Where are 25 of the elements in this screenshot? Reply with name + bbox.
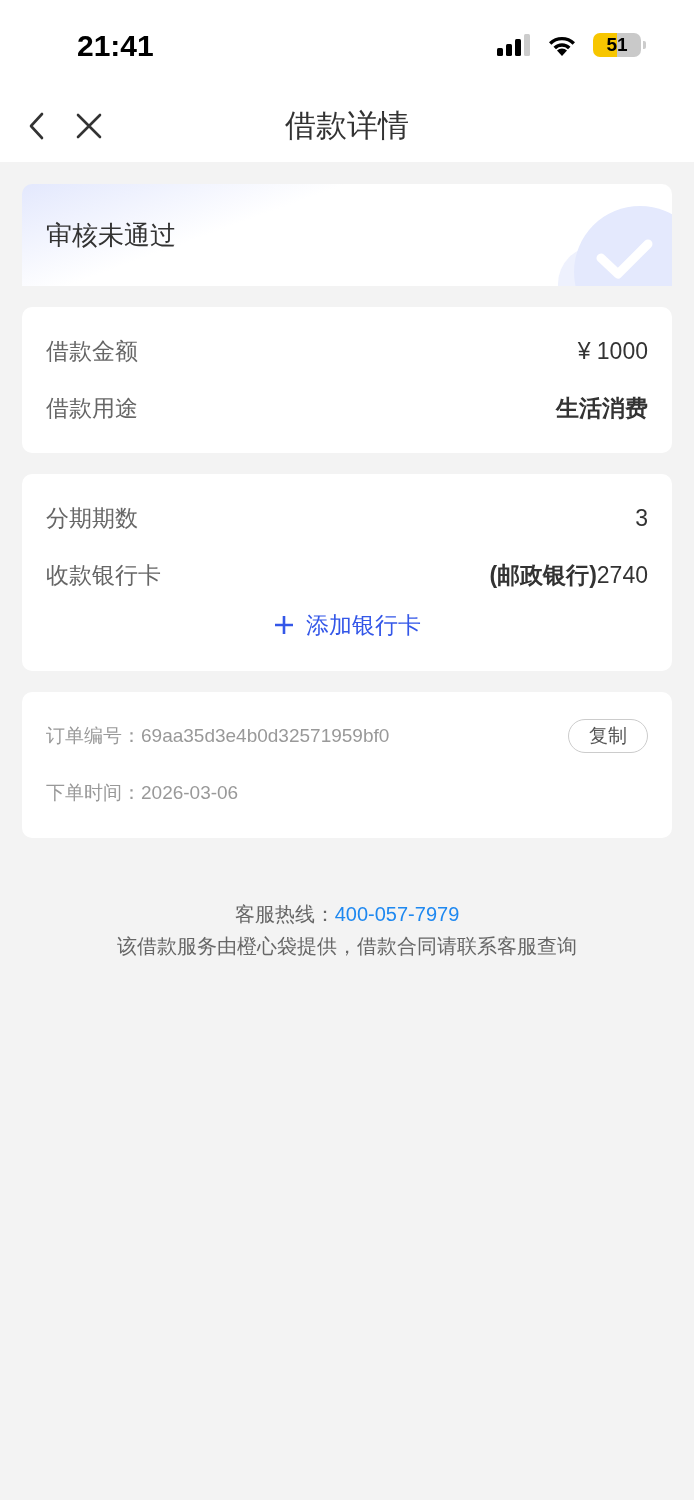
field-label: 收款银行卡 <box>46 561 161 591</box>
field-label: 下单时间： <box>46 780 141 805</box>
field-label: 订单编号： <box>46 723 141 748</box>
close-button[interactable] <box>74 111 104 141</box>
field-label: 借款用途 <box>46 394 138 424</box>
field-label: 分期期数 <box>46 504 138 534</box>
wifi-icon <box>547 34 577 56</box>
field-value: 69aa35d3e4b0d32571959bf0 <box>141 723 390 748</box>
page-title: 借款详情 <box>285 106 409 145</box>
clock-time: 21:41 <box>77 27 154 64</box>
battery-percentage: 51 <box>606 33 628 57</box>
field-label: 借款金额 <box>46 337 138 367</box>
copy-button[interactable]: 复制 <box>568 718 648 754</box>
phone-link[interactable]: 400-057-7979 <box>334 902 460 925</box>
plus-icon <box>273 615 294 636</box>
service-note: 该借款服务由橙心袋提供，借款合同请联系客服查询 <box>116 933 578 959</box>
field-value: 生活消费 <box>556 394 648 424</box>
field-value: 3 <box>635 504 648 534</box>
add-bank-card-link[interactable]: 添加银行卡 <box>273 604 421 647</box>
field-value: (邮政银行)2740 <box>489 561 648 591</box>
field-value: 2026-03-06 <box>141 780 239 805</box>
hotline-label: 客服热线： <box>234 902 335 925</box>
field-value: ¥ 1000 <box>577 337 648 367</box>
status-title: 审核未通过 <box>46 218 176 252</box>
signal-icon <box>497 34 531 56</box>
